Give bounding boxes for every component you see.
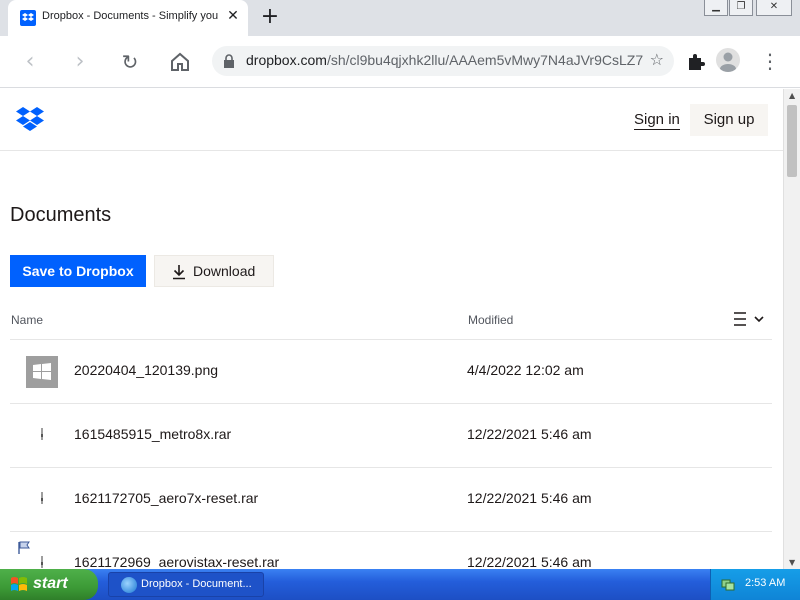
- download-icon: [173, 265, 185, 280]
- column-header-name[interactable]: Name: [11, 313, 43, 327]
- puzzle-icon[interactable]: [684, 50, 708, 74]
- new-tab-icon[interactable]: +: [256, 4, 284, 32]
- browser-toolbar: ‹ › ↻ dropbox.com/sh/cl9bu4qjxhk2llu/AAA…: [0, 36, 800, 88]
- file-name[interactable]: 1621172969_aerovistax-reset.rar: [74, 554, 279, 569]
- browser-tab-strip: Dropbox - Documents - Simplify your ✕ + …: [0, 0, 800, 36]
- back-arrow-icon[interactable]: ‹: [16, 48, 44, 76]
- file-name[interactable]: 20220404_120139.png: [74, 362, 218, 378]
- start-button[interactable]: start: [0, 569, 98, 600]
- forward-arrow-icon[interactable]: ›: [66, 48, 94, 76]
- file-modified: 12/22/2021 5:46 am: [467, 426, 592, 442]
- scroll-thumb[interactable]: [787, 105, 797, 177]
- browser-tab[interactable]: Dropbox - Documents - Simplify your ✕: [8, 0, 248, 36]
- file-row[interactable]: 1621172705_aero7x-reset.rar 12/22/2021 5…: [10, 468, 772, 532]
- system-tray: 2:53 AM: [710, 569, 800, 600]
- sign-up-button[interactable]: Sign up: [690, 104, 768, 136]
- column-header-modified[interactable]: Modified: [468, 313, 513, 327]
- save-to-dropbox-button[interactable]: Save to Dropbox: [10, 255, 146, 287]
- url-text: dropbox.com/sh/cl9bu4qjxhk2llu/AAAem5vMw…: [246, 52, 644, 68]
- dropbox-page: Sign in Sign up Documents Save to Dropbo…: [0, 89, 783, 569]
- download-button[interactable]: Download: [154, 255, 274, 287]
- image-file-icon: [26, 356, 58, 388]
- lock-icon: [224, 54, 234, 68]
- restore-icon[interactable]: ❐: [729, 0, 753, 16]
- kebab-menu-icon[interactable]: ⋮: [760, 48, 780, 76]
- list-view-toggle-icon[interactable]: [732, 309, 768, 329]
- site-header: Sign in Sign up: [0, 89, 783, 151]
- file-row[interactable]: 1621172969_aerovistax-reset.rar 12/22/20…: [10, 532, 772, 569]
- file-row[interactable]: 20220404_120139.png 4/4/2022 12:02 am: [10, 340, 772, 404]
- file-name[interactable]: 1621172705_aero7x-reset.rar: [74, 490, 258, 506]
- download-label: Download: [193, 263, 256, 279]
- page-scrollbar[interactable]: ▲ ▼: [783, 89, 800, 569]
- star-icon[interactable]: ☆: [650, 50, 664, 69]
- taskbar-app-label: Dropbox - Document...: [141, 578, 252, 590]
- dropbox-logo-icon[interactable]: [16, 107, 44, 131]
- address-bar[interactable]: dropbox.com/sh/cl9bu4qjxhk2llu/AAAem5vMw…: [212, 46, 674, 76]
- profile-icon[interactable]: [716, 48, 740, 72]
- tab-close-icon[interactable]: ✕: [224, 7, 242, 25]
- reload-icon[interactable]: ↻: [116, 48, 144, 76]
- file-name[interactable]: 1615485915_metro8x.rar: [74, 426, 231, 442]
- home-icon[interactable]: [166, 48, 194, 76]
- archive-file-icon: [41, 492, 43, 504]
- network-icon[interactable]: [721, 577, 735, 591]
- windows-taskbar: start Dropbox - Document... 2:53 AM: [0, 569, 800, 600]
- clock: 2:53 AM: [745, 577, 786, 589]
- windows-logo-icon: [11, 577, 27, 591]
- minimize-icon[interactable]: ▁: [704, 0, 728, 16]
- scroll-down-icon[interactable]: ▼: [789, 558, 795, 567]
- browser-icon: [121, 577, 137, 593]
- start-label: start: [33, 575, 68, 592]
- file-modified: 12/22/2021 5:46 am: [467, 490, 592, 506]
- page-title: Documents: [10, 204, 112, 226]
- sign-in-link[interactable]: Sign in: [634, 111, 680, 130]
- scroll-up-icon[interactable]: ▲: [789, 91, 795, 100]
- file-modified: 4/4/2022 12:02 am: [467, 362, 584, 378]
- taskbar-app-button[interactable]: Dropbox - Document...: [108, 572, 264, 597]
- dropbox-favicon-icon: [20, 10, 36, 26]
- archive-file-icon: [41, 428, 43, 440]
- window-close-icon[interactable]: ✕: [756, 0, 792, 16]
- feedback-flag-icon[interactable]: [17, 541, 31, 555]
- file-row[interactable]: 1615485915_metro8x.rar 12/22/2021 5:46 a…: [10, 404, 772, 468]
- file-modified: 12/22/2021 5:46 am: [467, 554, 592, 569]
- tab-title: Dropbox - Documents - Simplify your: [42, 10, 218, 22]
